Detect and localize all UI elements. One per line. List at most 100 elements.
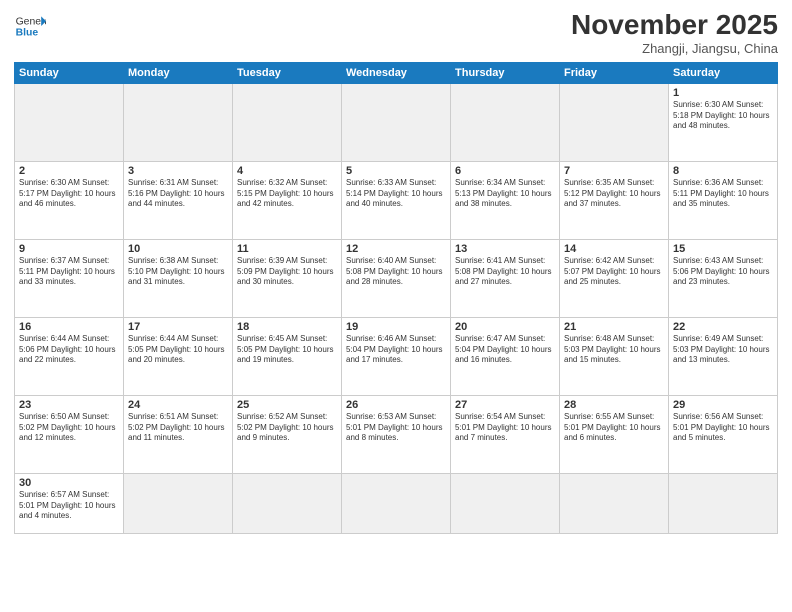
calendar-cell: 11Sunrise: 6:39 AM Sunset: 5:09 PM Dayli… bbox=[233, 239, 342, 317]
page: General Blue November 2025 Zhangji, Jian… bbox=[0, 0, 792, 612]
calendar-header-friday: Friday bbox=[560, 62, 669, 83]
calendar-cell bbox=[233, 83, 342, 161]
day-number: 14 bbox=[564, 243, 664, 255]
day-number: 22 bbox=[673, 321, 773, 333]
day-number: 8 bbox=[673, 165, 773, 177]
calendar-cell bbox=[15, 83, 124, 161]
calendar-cell: 19Sunrise: 6:46 AM Sunset: 5:04 PM Dayli… bbox=[342, 317, 451, 395]
day-number: 19 bbox=[346, 321, 446, 333]
calendar-cell bbox=[124, 83, 233, 161]
header: General Blue November 2025 Zhangji, Jian… bbox=[14, 10, 778, 56]
calendar-cell: 13Sunrise: 6:41 AM Sunset: 5:08 PM Dayli… bbox=[451, 239, 560, 317]
day-number: 2 bbox=[19, 165, 119, 177]
calendar-week-2: 2Sunrise: 6:30 AM Sunset: 5:17 PM Daylig… bbox=[15, 161, 778, 239]
day-info: Sunrise: 6:36 AM Sunset: 5:11 PM Dayligh… bbox=[673, 178, 773, 210]
calendar-header-thursday: Thursday bbox=[451, 62, 560, 83]
day-info: Sunrise: 6:43 AM Sunset: 5:06 PM Dayligh… bbox=[673, 256, 773, 288]
title-block: November 2025 Zhangji, Jiangsu, China bbox=[571, 10, 778, 56]
day-info: Sunrise: 6:31 AM Sunset: 5:16 PM Dayligh… bbox=[128, 178, 228, 210]
day-info: Sunrise: 6:40 AM Sunset: 5:08 PM Dayligh… bbox=[346, 256, 446, 288]
day-number: 23 bbox=[19, 399, 119, 411]
day-number: 10 bbox=[128, 243, 228, 255]
day-number: 16 bbox=[19, 321, 119, 333]
day-info: Sunrise: 6:48 AM Sunset: 5:03 PM Dayligh… bbox=[564, 334, 664, 366]
day-info: Sunrise: 6:45 AM Sunset: 5:05 PM Dayligh… bbox=[237, 334, 337, 366]
svg-text:Blue: Blue bbox=[16, 28, 39, 39]
calendar-cell bbox=[669, 473, 778, 533]
calendar-week-3: 9Sunrise: 6:37 AM Sunset: 5:11 PM Daylig… bbox=[15, 239, 778, 317]
calendar-week-1: 1Sunrise: 6:30 AM Sunset: 5:18 PM Daylig… bbox=[15, 83, 778, 161]
calendar-cell: 9Sunrise: 6:37 AM Sunset: 5:11 PM Daylig… bbox=[15, 239, 124, 317]
calendar-header-sunday: Sunday bbox=[15, 62, 124, 83]
day-number: 12 bbox=[346, 243, 446, 255]
day-number: 24 bbox=[128, 399, 228, 411]
calendar-cell: 4Sunrise: 6:32 AM Sunset: 5:15 PM Daylig… bbox=[233, 161, 342, 239]
day-info: Sunrise: 6:41 AM Sunset: 5:08 PM Dayligh… bbox=[455, 256, 555, 288]
day-info: Sunrise: 6:47 AM Sunset: 5:04 PM Dayligh… bbox=[455, 334, 555, 366]
calendar-cell: 3Sunrise: 6:31 AM Sunset: 5:16 PM Daylig… bbox=[124, 161, 233, 239]
calendar-cell bbox=[451, 473, 560, 533]
day-info: Sunrise: 6:50 AM Sunset: 5:02 PM Dayligh… bbox=[19, 412, 119, 444]
calendar-cell: 6Sunrise: 6:34 AM Sunset: 5:13 PM Daylig… bbox=[451, 161, 560, 239]
day-info: Sunrise: 6:39 AM Sunset: 5:09 PM Dayligh… bbox=[237, 256, 337, 288]
calendar-cell: 23Sunrise: 6:50 AM Sunset: 5:02 PM Dayli… bbox=[15, 395, 124, 473]
calendar-week-4: 16Sunrise: 6:44 AM Sunset: 5:06 PM Dayli… bbox=[15, 317, 778, 395]
calendar-cell: 25Sunrise: 6:52 AM Sunset: 5:02 PM Dayli… bbox=[233, 395, 342, 473]
day-info: Sunrise: 6:52 AM Sunset: 5:02 PM Dayligh… bbox=[237, 412, 337, 444]
calendar-header-saturday: Saturday bbox=[669, 62, 778, 83]
calendar-header-wednesday: Wednesday bbox=[342, 62, 451, 83]
day-info: Sunrise: 6:44 AM Sunset: 5:05 PM Dayligh… bbox=[128, 334, 228, 366]
calendar-cell: 1Sunrise: 6:30 AM Sunset: 5:18 PM Daylig… bbox=[669, 83, 778, 161]
day-number: 11 bbox=[237, 243, 337, 255]
calendar-cell: 26Sunrise: 6:53 AM Sunset: 5:01 PM Dayli… bbox=[342, 395, 451, 473]
calendar-table: SundayMondayTuesdayWednesdayThursdayFrid… bbox=[14, 62, 778, 534]
day-info: Sunrise: 6:54 AM Sunset: 5:01 PM Dayligh… bbox=[455, 412, 555, 444]
day-info: Sunrise: 6:57 AM Sunset: 5:01 PM Dayligh… bbox=[19, 490, 119, 522]
calendar-cell: 18Sunrise: 6:45 AM Sunset: 5:05 PM Dayli… bbox=[233, 317, 342, 395]
calendar-cell bbox=[342, 83, 451, 161]
logo: General Blue bbox=[14, 10, 46, 42]
day-info: Sunrise: 6:33 AM Sunset: 5:14 PM Dayligh… bbox=[346, 178, 446, 210]
day-number: 7 bbox=[564, 165, 664, 177]
calendar-cell: 30Sunrise: 6:57 AM Sunset: 5:01 PM Dayli… bbox=[15, 473, 124, 533]
day-info: Sunrise: 6:32 AM Sunset: 5:15 PM Dayligh… bbox=[237, 178, 337, 210]
subtitle: Zhangji, Jiangsu, China bbox=[571, 41, 778, 56]
day-number: 27 bbox=[455, 399, 555, 411]
day-info: Sunrise: 6:49 AM Sunset: 5:03 PM Dayligh… bbox=[673, 334, 773, 366]
calendar-cell: 7Sunrise: 6:35 AM Sunset: 5:12 PM Daylig… bbox=[560, 161, 669, 239]
calendar-header-tuesday: Tuesday bbox=[233, 62, 342, 83]
calendar-cell: 15Sunrise: 6:43 AM Sunset: 5:06 PM Dayli… bbox=[669, 239, 778, 317]
calendar-cell: 8Sunrise: 6:36 AM Sunset: 5:11 PM Daylig… bbox=[669, 161, 778, 239]
day-info: Sunrise: 6:34 AM Sunset: 5:13 PM Dayligh… bbox=[455, 178, 555, 210]
calendar-cell: 29Sunrise: 6:56 AM Sunset: 5:01 PM Dayli… bbox=[669, 395, 778, 473]
calendar-cell bbox=[342, 473, 451, 533]
calendar-cell: 16Sunrise: 6:44 AM Sunset: 5:06 PM Dayli… bbox=[15, 317, 124, 395]
calendar-cell: 10Sunrise: 6:38 AM Sunset: 5:10 PM Dayli… bbox=[124, 239, 233, 317]
calendar-cell bbox=[233, 473, 342, 533]
calendar-week-5: 23Sunrise: 6:50 AM Sunset: 5:02 PM Dayli… bbox=[15, 395, 778, 473]
day-number: 26 bbox=[346, 399, 446, 411]
calendar-cell: 17Sunrise: 6:44 AM Sunset: 5:05 PM Dayli… bbox=[124, 317, 233, 395]
day-info: Sunrise: 6:35 AM Sunset: 5:12 PM Dayligh… bbox=[564, 178, 664, 210]
day-number: 21 bbox=[564, 321, 664, 333]
day-number: 28 bbox=[564, 399, 664, 411]
day-number: 30 bbox=[19, 477, 119, 489]
month-title: November 2025 bbox=[571, 10, 778, 41]
day-info: Sunrise: 6:55 AM Sunset: 5:01 PM Dayligh… bbox=[564, 412, 664, 444]
day-number: 1 bbox=[673, 87, 773, 99]
day-number: 29 bbox=[673, 399, 773, 411]
day-info: Sunrise: 6:37 AM Sunset: 5:11 PM Dayligh… bbox=[19, 256, 119, 288]
calendar-cell: 14Sunrise: 6:42 AM Sunset: 5:07 PM Dayli… bbox=[560, 239, 669, 317]
day-number: 6 bbox=[455, 165, 555, 177]
day-number: 18 bbox=[237, 321, 337, 333]
day-number: 4 bbox=[237, 165, 337, 177]
day-info: Sunrise: 6:56 AM Sunset: 5:01 PM Dayligh… bbox=[673, 412, 773, 444]
calendar-cell: 20Sunrise: 6:47 AM Sunset: 5:04 PM Dayli… bbox=[451, 317, 560, 395]
day-info: Sunrise: 6:44 AM Sunset: 5:06 PM Dayligh… bbox=[19, 334, 119, 366]
calendar-cell: 21Sunrise: 6:48 AM Sunset: 5:03 PM Dayli… bbox=[560, 317, 669, 395]
day-info: Sunrise: 6:30 AM Sunset: 5:17 PM Dayligh… bbox=[19, 178, 119, 210]
day-number: 17 bbox=[128, 321, 228, 333]
calendar-cell bbox=[124, 473, 233, 533]
calendar-week-6: 30Sunrise: 6:57 AM Sunset: 5:01 PM Dayli… bbox=[15, 473, 778, 533]
logo-icon: General Blue bbox=[14, 10, 46, 42]
